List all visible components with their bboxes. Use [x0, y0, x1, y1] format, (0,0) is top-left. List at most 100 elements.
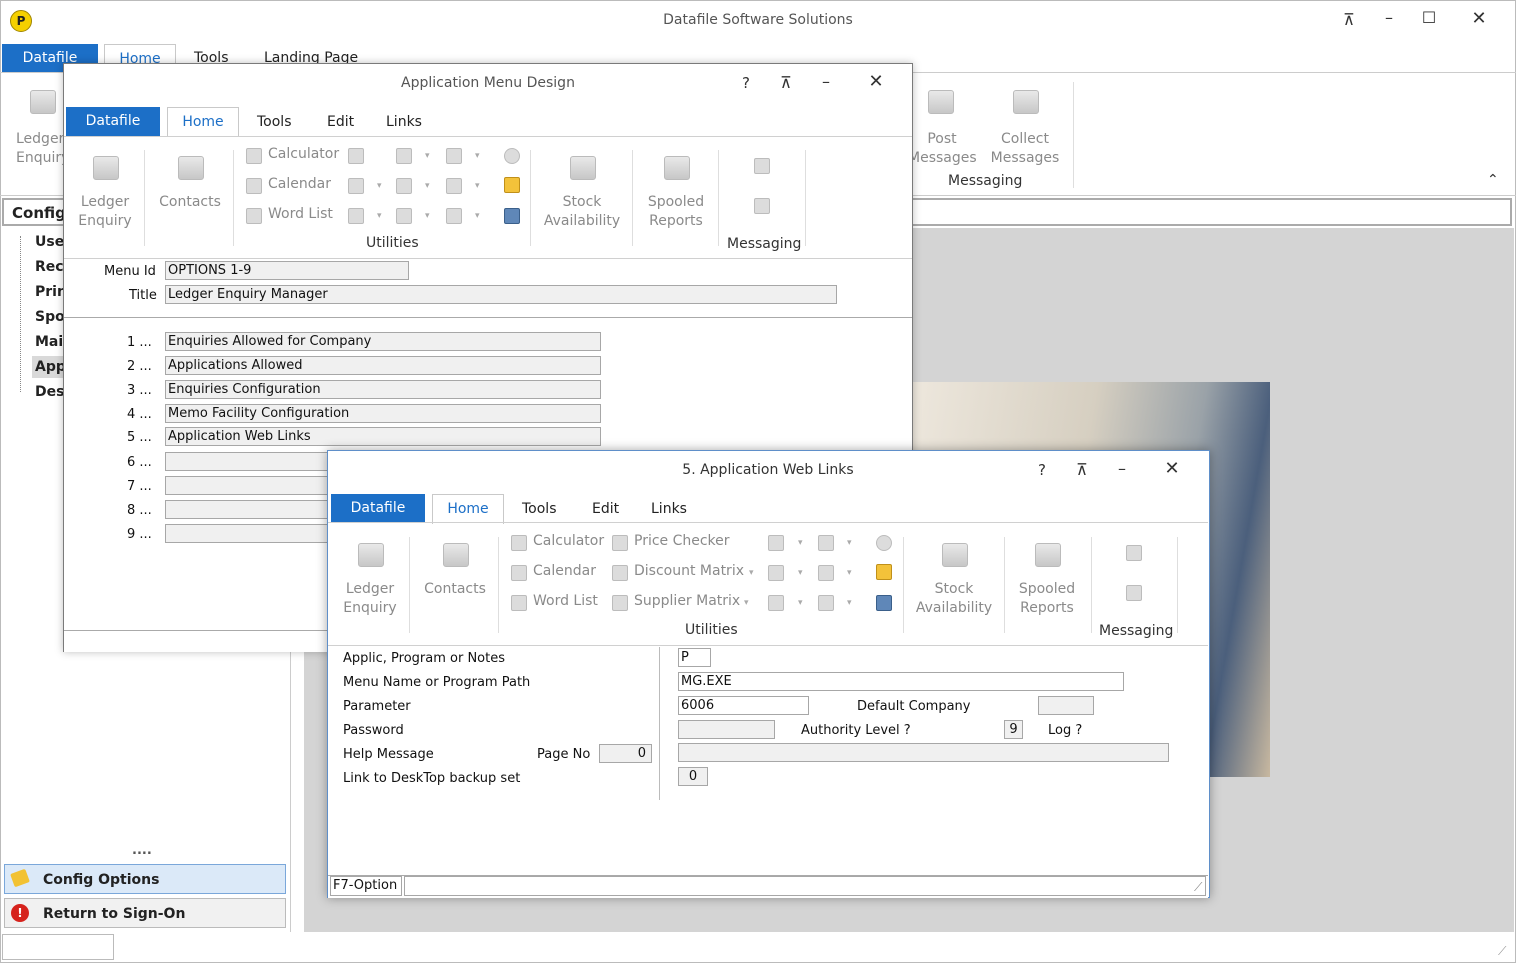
return-sign-on-button[interactable]: ! Return to Sign-On: [4, 898, 286, 928]
wl-page-no-field[interactable]: 0: [599, 744, 652, 763]
wl-word-list-button[interactable]: Word List: [533, 593, 598, 609]
md-chevron-down-icon[interactable]: ▾: [425, 151, 430, 161]
wl-calendar-button[interactable]: Calendar: [533, 563, 596, 579]
restore-ribbon-icon[interactable]: ⊼: [1334, 10, 1364, 29]
wl-default-company-field[interactable]: [1038, 696, 1094, 715]
md-receive-message-icon[interactable]: [754, 198, 770, 214]
main-ledger-enquiry-button[interactable]: Ledger Enquiry: [16, 130, 69, 168]
sidebar-resize-dots[interactable]: ....: [132, 843, 152, 858]
wl-chevron-down-icon[interactable]: ▾: [798, 598, 803, 608]
md-coins-icon[interactable]: [396, 208, 412, 224]
wl-spooled-reports-button[interactable]: Spooled Reports: [1011, 580, 1083, 618]
md-send-message-icon[interactable]: [754, 158, 770, 174]
md-option-field-1[interactable]: Enquiries Allowed for Company: [165, 332, 601, 351]
wl-tab-links[interactable]: Links: [651, 501, 687, 517]
md-lock-icon[interactable]: [504, 177, 520, 193]
wl-close-button[interactable]: ✕: [1157, 458, 1187, 479]
wl-restore-ribbon-icon[interactable]: ⊼: [1067, 460, 1097, 479]
close-button[interactable]: ✕: [1464, 8, 1494, 29]
wl-chevron-down-icon[interactable]: ▾: [749, 568, 754, 578]
wl-chevron-down-icon[interactable]: ▾: [847, 538, 852, 548]
wl-link-field[interactable]: 0: [678, 767, 708, 786]
md-tab-tools[interactable]: Tools: [257, 114, 292, 130]
wl-camera-icon[interactable]: [876, 595, 892, 611]
wl-price-checker-button[interactable]: Price Checker: [634, 533, 730, 549]
md-tab-datafile[interactable]: Datafile: [66, 107, 160, 136]
post-messages-button[interactable]: Post Messages: [908, 130, 977, 168]
md-title-field[interactable]: Ledger Enquiry Manager: [165, 285, 837, 304]
md-chevron-down-icon[interactable]: ▾: [377, 181, 382, 191]
md-card-icon[interactable]: [396, 148, 412, 164]
wl-card-icon[interactable]: [768, 535, 784, 551]
wl-minimize-button[interactable]: –: [1107, 459, 1137, 478]
wl-chevron-down-icon[interactable]: ▾: [798, 538, 803, 548]
md-calculator-button[interactable]: Calculator: [268, 146, 339, 162]
wl-grid-icon[interactable]: [818, 565, 834, 581]
maximize-button[interactable]: ☐: [1414, 8, 1444, 27]
md-tool-icon[interactable]: [348, 208, 364, 224]
md-stock-availability-button[interactable]: Stock Availability: [540, 193, 624, 231]
wl-chevron-down-icon[interactable]: ▾: [847, 568, 852, 578]
wl-send-message-icon[interactable]: [1126, 545, 1142, 561]
md-check-icon[interactable]: [446, 208, 462, 224]
collapse-ribbon-icon[interactable]: ⌃: [1487, 172, 1499, 188]
wl-help-message-field[interactable]: [678, 743, 1169, 762]
wl-menu-name-field[interactable]: MG.EXE: [678, 672, 1124, 691]
md-close-button[interactable]: ✕: [861, 71, 891, 92]
md-tab-links[interactable]: Links: [386, 114, 422, 130]
md-minimize-button[interactable]: –: [811, 72, 841, 91]
wl-tab-home[interactable]: Home: [432, 494, 504, 524]
sidebar-item-users[interactable]: Use: [35, 234, 64, 250]
md-checklist-icon[interactable]: [348, 148, 364, 164]
md-grid-icon[interactable]: [446, 178, 462, 194]
md-chevron-down-icon[interactable]: ▾: [475, 211, 480, 221]
wl-discount-matrix-button[interactable]: Discount Matrix: [634, 563, 744, 579]
wl-check-icon[interactable]: [818, 595, 834, 611]
wl-chevron-down-icon[interactable]: ▾: [798, 568, 803, 578]
md-chevron-down-icon[interactable]: ▾: [475, 151, 480, 161]
minimize-button[interactable]: –: [1374, 8, 1404, 27]
sidebar-item-spooled[interactable]: Spo: [35, 309, 65, 325]
wl-stock-availability-button[interactable]: Stock Availability: [912, 580, 996, 618]
wl-help-button[interactable]: ?: [1027, 461, 1057, 479]
wl-tab-datafile[interactable]: Datafile: [331, 494, 425, 523]
config-options-button[interactable]: Config Options: [4, 864, 286, 894]
md-chevron-down-icon[interactable]: ▾: [377, 211, 382, 221]
md-restore-ribbon-icon[interactable]: ⊼: [771, 73, 801, 92]
wl-calculator-button[interactable]: Calculator: [533, 533, 604, 549]
wl-applic-field[interactable]: P: [678, 648, 711, 667]
wl-chevron-down-icon[interactable]: ▾: [847, 598, 852, 608]
wl-parameter-field[interactable]: 6006: [678, 696, 809, 715]
sidebar-item-desktop[interactable]: Des: [35, 384, 64, 400]
wl-supplier-matrix-button[interactable]: Supplier Matrix: [634, 593, 740, 609]
sidebar-item-maintenance[interactable]: Mai: [35, 334, 63, 350]
wl-settings-icon[interactable]: [768, 565, 784, 581]
md-help-button[interactable]: ?: [731, 74, 761, 92]
md-option-field-4[interactable]: Memo Facility Configuration: [165, 404, 601, 423]
md-chevron-down-icon[interactable]: ▾: [425, 211, 430, 221]
collect-messages-button[interactable]: Collect Messages: [990, 130, 1060, 168]
md-globe-icon[interactable]: [504, 148, 520, 164]
wl-tab-tools[interactable]: Tools: [522, 501, 557, 517]
md-camera-icon[interactable]: [504, 208, 520, 224]
md-chevron-down-icon[interactable]: ▾: [425, 181, 430, 191]
wl-tab-edit[interactable]: Edit: [592, 501, 619, 517]
md-word-list-button[interactable]: Word List: [268, 206, 333, 222]
main-resize-grip-icon[interactable]: ⟋: [1498, 944, 1506, 959]
md-option-field-5[interactable]: Application Web Links: [165, 427, 601, 446]
md-option-field-2[interactable]: Applications Allowed: [165, 356, 601, 375]
wl-f7-option-button[interactable]: F7-Option: [330, 876, 402, 896]
wl-coins-icon[interactable]: [768, 595, 784, 611]
wl-ledger-enquiry-button[interactable]: Ledger Enquiry: [337, 580, 403, 618]
md-contacts-button[interactable]: Contacts: [155, 193, 225, 212]
md-tab-edit[interactable]: Edit: [327, 114, 354, 130]
md-tab-home[interactable]: Home: [167, 107, 239, 137]
sidebar-item-rec[interactable]: Rec: [35, 259, 64, 275]
wl-contacts-button[interactable]: Contacts: [420, 580, 490, 599]
md-calendar-button[interactable]: Calendar: [268, 176, 331, 192]
md-gear-icon[interactable]: [348, 178, 364, 194]
md-menu-id-field[interactable]: OPTIONS 1-9: [165, 261, 409, 280]
sidebar-item-applications[interactable]: App: [32, 356, 67, 378]
md-option-field-3[interactable]: Enquiries Configuration: [165, 380, 601, 399]
wl-globe-icon[interactable]: [876, 535, 892, 551]
